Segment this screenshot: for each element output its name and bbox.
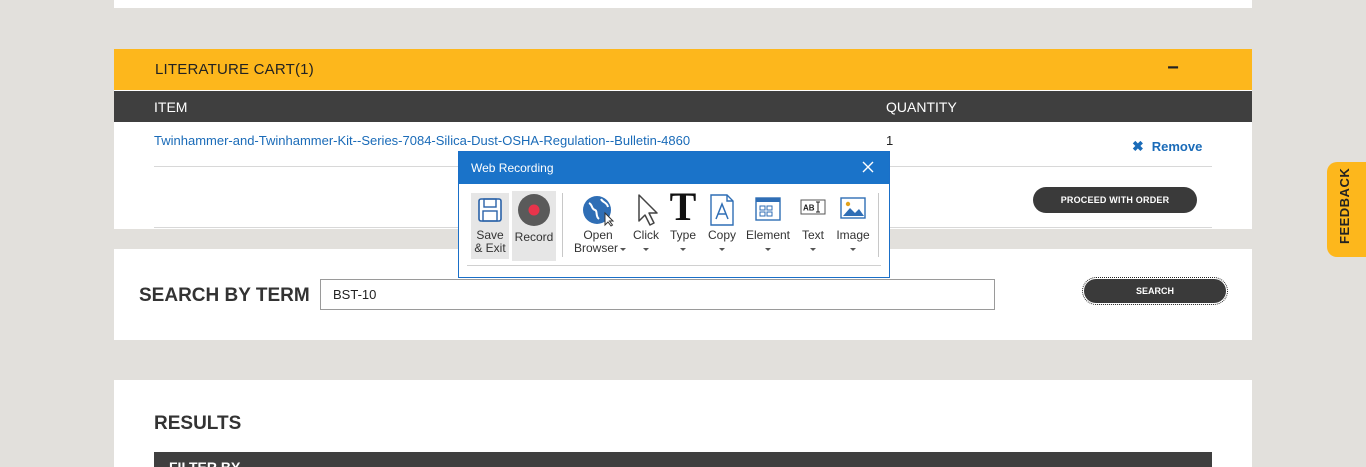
dialog-title: Web Recording	[471, 161, 554, 175]
element-label: Element	[745, 228, 791, 242]
record-label: Record	[514, 230, 554, 244]
cart-item-link[interactable]: Twinhammer-and-Twinhammer-Kit--Series-70…	[154, 133, 690, 148]
image-label: Image	[836, 228, 870, 242]
chevron-down-icon	[810, 248, 816, 251]
copy-button[interactable]: Copy	[703, 191, 741, 261]
chevron-down-icon	[643, 248, 649, 251]
record-icon	[518, 194, 550, 226]
text-label: Text	[801, 228, 824, 242]
copy-label: Copy	[707, 228, 736, 242]
search-button[interactable]: SEARCH	[1082, 277, 1228, 305]
copy-icon	[710, 194, 734, 226]
feedback-tab[interactable]: FEEDBACK	[1327, 162, 1366, 257]
proceed-with-order-button[interactable]: PROCEED WITH ORDER	[1033, 187, 1197, 213]
cart-item-quantity: 1	[886, 133, 894, 148]
record-button[interactable]: Record	[512, 191, 556, 261]
close-icon[interactable]	[859, 158, 877, 176]
cart-table-header: ITEM QUANTITY	[114, 91, 1252, 122]
search-input[interactable]	[320, 279, 995, 310]
cart-header[interactable]: LITERATURE CART(1) −	[114, 49, 1252, 90]
type-icon: T	[669, 184, 697, 229]
element-icon	[755, 197, 781, 221]
feedback-label: FEEDBACK	[1337, 167, 1352, 244]
image-icon	[840, 197, 866, 219]
collapse-icon[interactable]: −	[1164, 58, 1182, 78]
save-exit-button[interactable]: Save & Exit	[471, 193, 509, 259]
results-panel: RESULTS FILTER BY	[114, 380, 1252, 467]
dialog-titlebar[interactable]: Web Recording	[459, 152, 889, 184]
remove-label: Remove	[1151, 139, 1203, 154]
chevron-down-icon	[765, 248, 771, 251]
filter-label: FILTER BY	[169, 459, 241, 467]
globe-icon	[583, 196, 615, 227]
text-field-icon: AB	[800, 199, 826, 215]
chevron-down-icon	[719, 248, 725, 251]
toolbar-separator	[878, 193, 879, 257]
top-panel	[114, 0, 1252, 8]
chevron-down-icon	[850, 248, 856, 251]
results-title: RESULTS	[154, 413, 242, 434]
element-button[interactable]: Element	[745, 191, 791, 261]
cart-title: LITERATURE CART(1)	[155, 61, 314, 78]
open-browser-button[interactable]: Open Browser	[571, 191, 626, 261]
recording-toolbar: Save & Exit Record Open Browser Click T …	[467, 187, 881, 266]
click-label: Click	[633, 228, 659, 242]
column-item-header: ITEM	[154, 99, 188, 115]
save-label-2: & Exit	[474, 241, 506, 255]
browser-label: Browser	[573, 241, 618, 255]
close-icon: ✖	[1132, 138, 1144, 154]
chevron-down-icon	[620, 248, 626, 251]
text-button[interactable]: AB Text	[797, 191, 829, 261]
chevron-down-icon	[680, 248, 686, 251]
web-recording-dialog: Web Recording Save & Exit Record Open Br…	[458, 151, 890, 278]
toolbar-separator	[562, 193, 563, 257]
click-button[interactable]: Click	[628, 191, 664, 261]
type-button[interactable]: T Type	[667, 187, 699, 261]
image-button[interactable]: Image	[833, 191, 873, 261]
cursor-icon	[638, 194, 658, 226]
save-icon	[478, 198, 502, 222]
filter-bar: FILTER BY	[154, 452, 1212, 467]
remove-button[interactable]: ✖ Remove	[1132, 138, 1202, 155]
type-label: Type	[669, 228, 696, 242]
svg-text:AB: AB	[803, 204, 815, 213]
search-label: SEARCH BY TERM	[139, 285, 310, 306]
column-quantity-header: QUANTITY	[886, 99, 957, 115]
